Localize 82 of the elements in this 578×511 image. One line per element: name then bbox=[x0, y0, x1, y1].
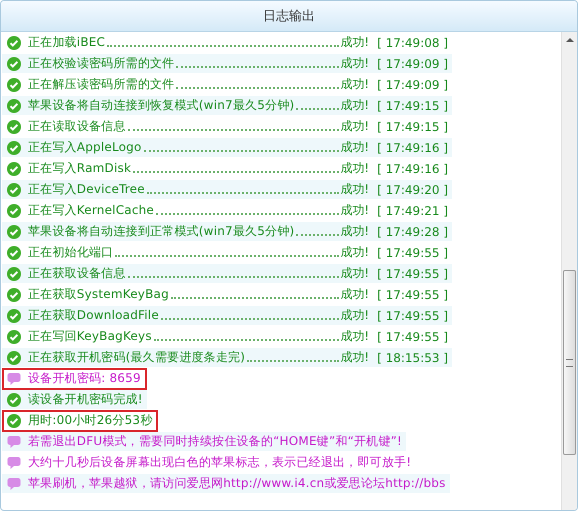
timestamp: [ 17:49:16 ] bbox=[377, 140, 448, 154]
log-message: 若需退出DFU模式，需要同时持续按住设备的“HOME键”和“开机键”! bbox=[28, 433, 402, 450]
log-message: 苹果设备将自动连接到恢复模式(win7最久5分钟) bbox=[28, 97, 294, 114]
check-icon bbox=[7, 162, 21, 176]
status-text: 成功! bbox=[340, 328, 370, 345]
status-text: 成功! bbox=[340, 97, 370, 114]
check-icon bbox=[7, 414, 21, 428]
timestamp: [ 17:49:15 ] bbox=[377, 120, 448, 134]
check-icon bbox=[7, 204, 21, 218]
timestamp: [ 17:49:15 ] bbox=[377, 98, 448, 112]
log-message: 正在加载iBEC bbox=[28, 34, 106, 51]
check-icon bbox=[7, 224, 21, 238]
check-icon bbox=[7, 308, 21, 322]
speech-bubble-icon bbox=[7, 372, 21, 386]
log-message: 读设备开机密码完成! bbox=[28, 391, 143, 408]
status-text: 成功! bbox=[340, 286, 370, 303]
status-text: 成功! bbox=[340, 244, 370, 261]
speech-bubble-icon bbox=[7, 456, 21, 470]
log-message: 正在写回KeyBagKeys bbox=[28, 328, 152, 345]
log-message: 正在初始化端口 bbox=[28, 244, 114, 261]
leader-line bbox=[296, 234, 340, 236]
log-message: 正在获取开机密码(最久需要进度条走完) bbox=[28, 349, 246, 366]
timestamp: [ 17:49:55 ] bbox=[377, 266, 448, 280]
status-text: 成功! bbox=[340, 223, 370, 240]
log-message: 正在获取设备信息 bbox=[28, 265, 126, 282]
log-message: 设备开机密码: 8659 bbox=[28, 370, 141, 387]
log-message: 苹果刷机，苹果越狱，请访问爱思网http://www.i4.cn或爱思论坛http://bbs bbox=[28, 475, 446, 492]
timestamp: [ 17:49:55 ] bbox=[377, 288, 448, 302]
status-text: 成功! bbox=[340, 349, 370, 366]
timestamp: [ 17:49:28 ] bbox=[377, 224, 448, 238]
status-text: 成功! bbox=[340, 202, 370, 219]
timestamp: [ 17:49:55 ] bbox=[377, 308, 448, 322]
log-message: 正在写入DeviceTree bbox=[28, 181, 145, 198]
log-message: 正在校验读密码所需的文件 bbox=[28, 55, 174, 72]
log-message: 正在写入RamDisk bbox=[28, 160, 132, 177]
log-message: 用时:00小时26分53秒 bbox=[28, 412, 152, 429]
check-icon bbox=[7, 120, 21, 134]
check-icon bbox=[7, 98, 21, 112]
scroll-thumb[interactable] bbox=[563, 270, 576, 455]
status-text: 成功! bbox=[340, 307, 370, 324]
status-text: 成功! bbox=[340, 34, 370, 51]
status-text: 成功! bbox=[340, 55, 370, 72]
status-text: 成功! bbox=[340, 265, 370, 282]
leader-line bbox=[296, 108, 340, 110]
status-text: 成功! bbox=[340, 139, 370, 156]
status-text: 成功! bbox=[340, 76, 370, 93]
status-text: 成功! bbox=[340, 181, 370, 198]
scrollbar[interactable] bbox=[561, 32, 577, 510]
timestamp: [ 17:49:55 ] bbox=[377, 330, 448, 344]
check-icon bbox=[7, 246, 21, 260]
timestamp: [ 17:49:16 ] bbox=[377, 162, 448, 176]
speech-bubble-icon bbox=[7, 434, 21, 448]
timestamp: [ 18:15:53 ] bbox=[377, 350, 448, 364]
check-icon bbox=[7, 288, 21, 302]
log-message: 苹果设备将自动连接到正常模式(win7最久5分钟) bbox=[28, 223, 294, 240]
check-icon bbox=[7, 182, 21, 196]
timestamp: [ 17:49:08 ] bbox=[377, 36, 448, 50]
check-icon bbox=[7, 36, 21, 50]
check-icon bbox=[7, 330, 21, 344]
log-message: 正在写入AppleLogo bbox=[28, 139, 142, 156]
check-icon bbox=[7, 392, 21, 406]
speech-bubble-icon bbox=[7, 476, 21, 490]
timestamp: [ 17:49:09 ] bbox=[377, 78, 448, 92]
timestamp: [ 17:49:09 ] bbox=[377, 56, 448, 70]
status-text: 成功! bbox=[340, 160, 370, 177]
scroll-up-icon[interactable] bbox=[566, 38, 574, 42]
log-message: 大约十几秒后设备屏幕出现白色的苹果标志，表示已经退出，即可放手! bbox=[28, 454, 412, 471]
log-message: 正在获取SystemKeyBag bbox=[28, 286, 169, 303]
check-icon bbox=[7, 78, 21, 92]
check-icon bbox=[7, 350, 21, 364]
timestamp: [ 17:49:21 ] bbox=[377, 204, 448, 218]
check-icon bbox=[7, 140, 21, 154]
log-message: 正在读取设备信息 bbox=[28, 118, 126, 135]
log-message: 正在获取DownloadFile bbox=[28, 307, 159, 324]
timestamp: [ 17:49:55 ] bbox=[377, 246, 448, 260]
status-text: 成功! bbox=[340, 118, 370, 135]
panel-title: 日志输出 bbox=[263, 8, 315, 25]
check-icon bbox=[7, 56, 21, 70]
check-icon bbox=[7, 266, 21, 280]
timestamp: [ 17:49:20 ] bbox=[377, 182, 448, 196]
log-message: 正在解压读密码所需的文件 bbox=[28, 76, 174, 93]
log-message: 正在写入KernelCache bbox=[28, 202, 154, 219]
